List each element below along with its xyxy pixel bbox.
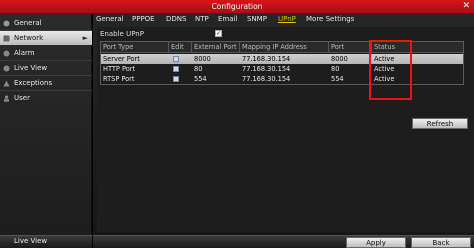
exceptions-icon [3,80,10,87]
port-type: Server Port [103,55,140,63]
mapping-ip: 77.168.30.154 [242,65,291,73]
tab-general[interactable]: General [96,14,124,25]
network-icon [3,35,10,42]
sidebar: General Network ► Alarm Live View Except… [0,13,92,248]
port: 554 [331,75,344,83]
column-header: Mapping IP Address [242,43,307,51]
live-view-icon [3,65,10,72]
column-header: Edit [171,43,184,51]
title-bar: Configuration ✕ [0,0,474,13]
port: 80 [331,65,340,73]
edit-icon[interactable] [173,76,179,82]
refresh-button[interactable]: Refresh [412,118,468,129]
divider [239,42,240,53]
apply-button[interactable]: Apply [346,237,406,248]
divider [168,42,169,53]
chevron-right-icon: ► [82,34,88,42]
enable-upnp-checkbox[interactable]: ✓ [215,30,222,37]
alarm-icon [3,50,10,57]
tab-email[interactable]: Email [218,14,237,25]
edit-icon[interactable] [173,66,179,72]
divider [191,42,192,53]
divider [328,42,329,53]
port-type: HTTP Port [103,65,136,73]
external-port: 554 [194,75,207,83]
user-icon [4,95,9,102]
content-area: Enable UPnP ✓ Port Type Edit External Po… [97,27,474,232]
sidebar-item-user[interactable]: User [0,91,92,105]
main-panel: General PPPOE DDNS NTP Email SNMP UPnP M… [93,13,474,248]
enable-upnp-label: Enable UPnP [100,30,144,38]
sidebar-item-exceptions[interactable]: Exceptions [0,76,92,90]
close-icon[interactable]: ✕ [462,0,470,13]
window-title: Configuration [211,2,263,11]
sidebar-item-alarm[interactable]: Alarm [0,46,92,60]
edit-icon[interactable] [173,56,179,62]
column-header: Port [331,43,345,51]
external-port: 8000 [194,55,211,63]
tab-ddns[interactable]: DDNS [166,14,186,25]
port: 8000 [331,55,348,63]
tab-more-settings[interactable]: More Settings [306,14,354,25]
sidebar-item-live-view[interactable]: Live View [0,61,92,75]
back-button[interactable]: Back [411,237,471,248]
footer-bar: Apply Back [93,235,474,248]
tab-snmp[interactable]: SNMP [247,14,267,25]
live-view-link[interactable]: Live View [14,237,47,245]
sidebar-item-general[interactable]: General [0,16,92,30]
port-type: RTSP Port [103,75,135,83]
column-header: External Port [194,43,237,51]
tab-upnp[interactable]: UPnP [278,14,296,25]
tab-pppoe[interactable]: PPPOE [132,14,155,25]
external-port: 80 [194,65,203,73]
mapping-ip: 77.168.30.154 [242,75,291,83]
status-highlight-box [369,40,412,100]
column-header: Port Type [103,43,134,51]
tab-ntp[interactable]: NTP [195,14,209,25]
sidebar-item-network[interactable]: Network ► [0,31,92,45]
general-icon [3,20,10,27]
mapping-ip: 77.168.30.154 [242,55,291,63]
